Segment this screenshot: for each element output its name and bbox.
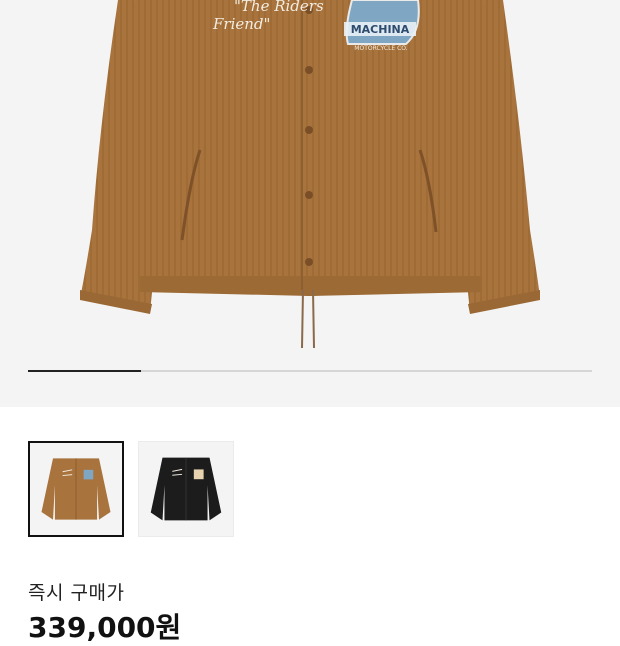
gallery-progress-fill bbox=[28, 370, 141, 372]
patch-subtext: MOTORCYCLE CO. bbox=[354, 45, 407, 52]
product-image-gallery[interactable]: "The Riders Friend" MACHINA MOTORCYCLE C… bbox=[0, 0, 620, 407]
brown-jacket-thumbnail-image bbox=[41, 458, 111, 520]
patch-text: MACHINA bbox=[351, 23, 410, 36]
gallery-progress-bar bbox=[28, 370, 592, 372]
price-value: 339,000원 bbox=[28, 611, 182, 644]
corduroy-jacket-image: "The Riders Friend" MACHINA MOTORCYCLE C… bbox=[80, 0, 540, 349]
embroidery-line-1: "The Riders bbox=[234, 0, 324, 15]
thumbnail-brown[interactable] bbox=[28, 441, 124, 537]
black-jacket-thumbnail-image bbox=[150, 457, 222, 521]
thumbnail-black[interactable] bbox=[138, 441, 234, 537]
embroidery-line-2: Friend" bbox=[212, 15, 270, 33]
price-label: 즉시 구매가 bbox=[28, 582, 125, 604]
